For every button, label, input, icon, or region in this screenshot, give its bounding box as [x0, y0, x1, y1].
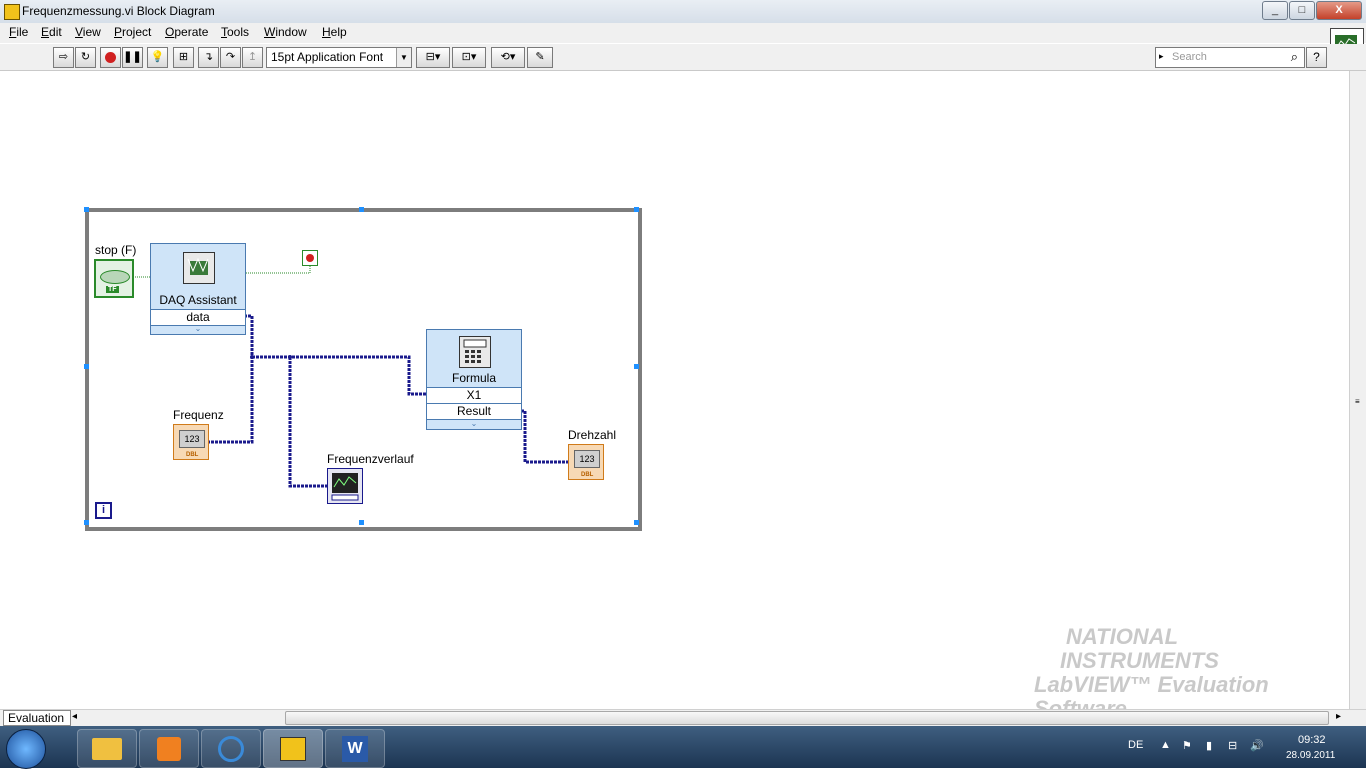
system-tray: DE ▲ ⚑ ▮ ⊟ 🔊 09:32 28.09.2011	[1100, 726, 1366, 768]
watermark-line2: INSTRUMENTS	[1060, 648, 1219, 673]
context-selector[interactable]: Evaluation	[3, 710, 71, 726]
stop-boolean-control[interactable]: TF	[94, 259, 134, 298]
volume-icon[interactable]: 🔊	[1250, 739, 1264, 752]
start-button[interactable]	[6, 729, 46, 769]
network-icon[interactable]: ⊟	[1228, 739, 1237, 752]
numeric-value: 123	[179, 430, 205, 448]
formula-input-terminal[interactable]: X1	[427, 387, 521, 404]
boolean-wire	[244, 264, 311, 274]
taskbar-internet-explorer-button[interactable]	[201, 729, 261, 768]
device-icon[interactable]: ▮	[1206, 739, 1212, 752]
waveform-graph-indicator[interactable]	[327, 468, 363, 504]
taskbar-media-player-button[interactable]	[139, 729, 199, 768]
word-icon: W	[342, 736, 368, 762]
formula-title: Formula	[451, 371, 496, 385]
boolean-icon	[100, 270, 130, 284]
scroll-grip-icon: ≡	[1355, 397, 1360, 406]
scroll-right-icon[interactable]: ▸	[1336, 711, 1341, 722]
scroll-left-icon[interactable]: ◂	[72, 711, 77, 722]
internet-explorer-icon	[218, 736, 244, 762]
clock-time[interactable]: 09:32	[1298, 734, 1326, 746]
graph-icon	[331, 473, 359, 501]
action-center-flag-icon[interactable]: ⚑	[1182, 739, 1192, 752]
numeric-type-tag: DBL	[186, 452, 199, 458]
labview-icon	[280, 737, 306, 761]
frequenz-numeric-indicator[interactable]: 123 DBL	[173, 424, 209, 460]
wire-junction	[250, 355, 254, 359]
stop-sign-icon	[306, 254, 314, 262]
wire-junction	[288, 355, 292, 359]
ni-watermark: NATIONAL INSTRUMENTS LabVIEW™ Evaluation…	[1010, 625, 1366, 721]
formula-output-terminal[interactable]: Result	[427, 404, 521, 420]
formula-node[interactable]: Formula X1 Result ⌄	[426, 329, 522, 430]
daq-assistant-title: DAQ Assistant	[159, 293, 237, 307]
frequenz-label: Frequenz	[173, 408, 224, 422]
numeric-type-tag: DBL	[581, 472, 594, 478]
expand-chevron-icon[interactable]: ⌄	[151, 324, 245, 333]
vertical-scrollbar[interactable]: ≡	[1349, 71, 1366, 709]
watermark-line1: NATIONAL	[1066, 624, 1179, 649]
loop-condition-terminal[interactable]	[302, 250, 318, 266]
iteration-terminal[interactable]: i	[95, 502, 112, 519]
formula-calculator-icon	[459, 336, 491, 368]
daq-assistant-icon	[183, 252, 215, 284]
taskbar-word-button[interactable]: W	[325, 729, 385, 768]
frequenzverlauf-label: Frequenzverlauf	[327, 452, 414, 466]
language-indicator[interactable]: DE	[1128, 739, 1143, 751]
folder-icon	[92, 738, 122, 760]
taskbar-explorer-button[interactable]	[77, 729, 137, 768]
show-hidden-icons-icon[interactable]: ▲	[1160, 739, 1171, 751]
expand-chevron-icon[interactable]: ⌄	[427, 419, 521, 428]
stop-label: stop (F)	[95, 243, 137, 257]
clock-date[interactable]: 28.09.2011	[1286, 750, 1335, 761]
numeric-value: 123	[574, 450, 600, 468]
daq-assistant-node[interactable]: DAQ Assistant data ⌄	[150, 243, 246, 335]
drehzahl-numeric-indicator[interactable]: 123 DBL	[568, 444, 604, 480]
taskbar-labview-button[interactable]	[263, 729, 323, 768]
horizontal-scroll-thumb[interactable]	[285, 711, 1329, 725]
stop-type-tag: TF	[106, 286, 119, 293]
drehzahl-label: Drehzahl	[568, 428, 617, 442]
media-player-icon	[157, 737, 181, 761]
